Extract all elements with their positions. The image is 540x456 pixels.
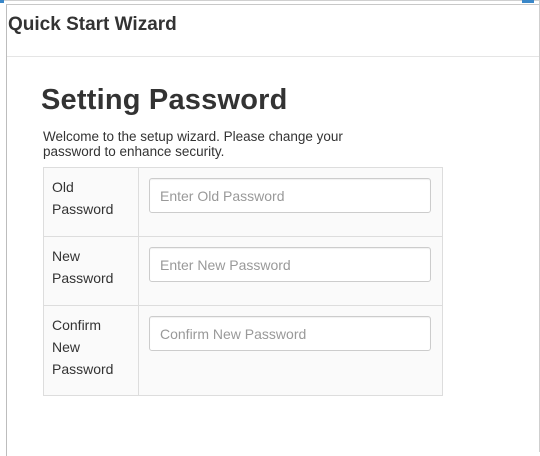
- confirm-password-label: Confirm New Password: [43, 305, 139, 396]
- page-title: Setting Password: [41, 84, 288, 116]
- new-password-input-cell: [138, 236, 443, 306]
- old-password-label-line2: Password: [52, 201, 114, 217]
- new-password-label: New Password: [43, 236, 139, 306]
- form-row-old-password: Old Password: [43, 167, 443, 237]
- intro-text: Welcome to the setup wizard. Please chan…: [43, 129, 343, 159]
- form-row-new-password: New Password: [43, 236, 443, 306]
- confirm-password-input-cell: [138, 305, 443, 396]
- top-accent-left: [0, 0, 4, 3]
- confirm-password-label-line3: Password: [52, 361, 114, 377]
- dialog-title: Quick Start Wizard: [8, 14, 177, 35]
- old-password-input[interactable]: [149, 178, 431, 213]
- old-password-input-cell: [139, 168, 443, 237]
- password-form-table: Old Password New Password Confirm New Pa…: [43, 167, 443, 396]
- quick-start-wizard-dialog: Quick Start Wizard Setting Password Welc…: [6, 4, 540, 456]
- confirm-password-label-line1: Confirm: [52, 317, 102, 333]
- confirm-password-input[interactable]: [149, 316, 431, 351]
- top-accent-right: [522, 0, 534, 3]
- new-password-input[interactable]: [149, 247, 431, 282]
- form-row-confirm-password: Confirm New Password: [43, 305, 443, 396]
- old-password-label: Old Password: [43, 167, 139, 237]
- top-border: [0, 0, 540, 1]
- new-password-label-line2: Password: [52, 270, 114, 286]
- old-password-label-line1: Old: [52, 179, 74, 195]
- dialog-header: Quick Start Wizard: [7, 5, 540, 57]
- confirm-password-label-line2: New: [52, 339, 81, 355]
- new-password-label-line1: New: [52, 248, 81, 264]
